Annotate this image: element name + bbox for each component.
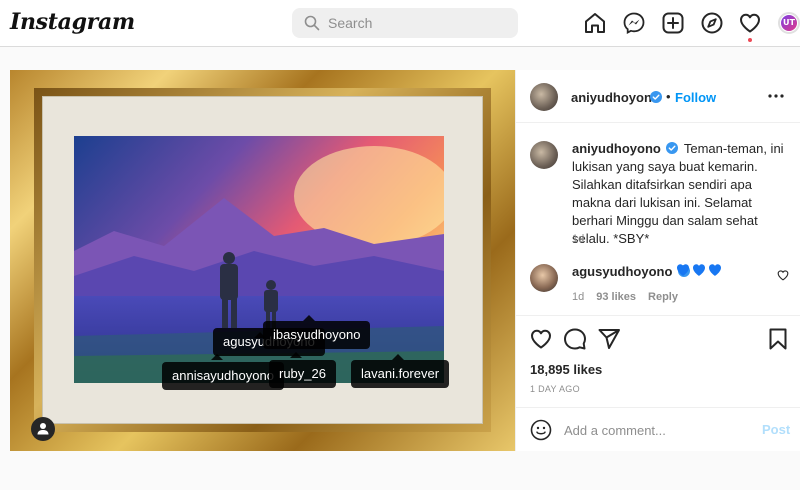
comment-author[interactable]: agusyudhoyono: [572, 264, 672, 279]
comments-section: aniyudhoyono Teman-teman, ini lukisan ya…: [516, 123, 800, 315]
caption-time: 1d: [572, 233, 585, 245]
profile-avatar[interactable]: UT: [778, 12, 800, 34]
save-bookmark-icon[interactable]: [766, 327, 790, 351]
profile-initials: UT: [781, 15, 797, 31]
like-heart-icon[interactable]: [529, 327, 553, 351]
emoji-icon[interactable]: [530, 419, 552, 441]
post-header: aniyudhoyono • Follow: [516, 70, 800, 123]
comment-like-heart-icon[interactable]: [777, 269, 789, 281]
notification-dot: [748, 38, 752, 42]
activity-heart-icon[interactable]: [738, 11, 762, 35]
user-tag[interactable]: annisayudhoyono: [162, 362, 284, 390]
new-post-icon[interactable]: [661, 11, 685, 35]
explore-icon[interactable]: [700, 11, 724, 35]
post-actions: 18,895 likes 1 DAY AGO: [516, 315, 800, 407]
tag-arrow: [290, 352, 302, 358]
caption-author-avatar[interactable]: [530, 141, 558, 169]
user-tag[interactable]: ibasyudhoyono: [263, 321, 371, 349]
reply-button[interactable]: Reply: [648, 291, 678, 303]
comment-meta: 1d 93 likes Reply: [572, 291, 690, 303]
search-icon: [304, 15, 320, 31]
show-tags-button[interactable]: [31, 417, 55, 441]
comment-time: 1d: [572, 291, 585, 303]
more-options-icon[interactable]: [766, 88, 786, 104]
author-username[interactable]: aniyudhoyono: [571, 90, 660, 105]
post-side-panel: aniyudhoyono • Follow aniyudhoyono Teman…: [515, 70, 800, 451]
commenter-avatar[interactable]: [530, 264, 558, 292]
add-comment-bar: Post: [516, 407, 800, 451]
instagram-logo[interactable]: Instagram: [10, 9, 135, 35]
post-caption: aniyudhoyono Teman-teman, ini lukisan ya…: [572, 140, 786, 248]
share-icon[interactable]: [597, 327, 621, 351]
blue-hearts-emoji: [677, 264, 721, 276]
comment-username: agusyudhoyono: [572, 264, 691, 279]
separator-dot: •: [666, 89, 671, 104]
comment-input[interactable]: [564, 420, 744, 440]
post-time-ago: 1 DAY AGO: [530, 384, 580, 394]
likes-count[interactable]: 18,895 likes: [530, 362, 602, 377]
comment-likes[interactable]: 93 likes: [596, 291, 636, 303]
caption-text: Teman-teman, ini lukisan yang saya buat …: [572, 141, 784, 246]
person-icon: [37, 423, 49, 435]
home-icon[interactable]: [583, 11, 607, 35]
follow-button[interactable]: Follow: [675, 90, 716, 105]
user-tag[interactable]: lavani.forever: [351, 360, 450, 388]
search-input[interactable]: [328, 14, 508, 32]
author-avatar[interactable]: [530, 83, 558, 111]
post-comment-button[interactable]: Post: [762, 422, 790, 437]
top-navigation-bar: Instagram UT: [0, 0, 800, 47]
user-tag[interactable]: ruby_26: [269, 360, 336, 388]
messenger-icon[interactable]: [622, 11, 646, 35]
search-box[interactable]: [292, 8, 518, 38]
post-image[interactable]: agusyudhoyono ibasyudhoyono annisayudhoy…: [10, 70, 515, 451]
verified-badge-icon: [666, 142, 679, 154]
comment-icon[interactable]: [563, 327, 587, 351]
tag-arrow: [211, 354, 223, 360]
verified-badge-icon: [650, 91, 662, 103]
caption-username[interactable]: aniyudhoyono: [572, 141, 661, 156]
